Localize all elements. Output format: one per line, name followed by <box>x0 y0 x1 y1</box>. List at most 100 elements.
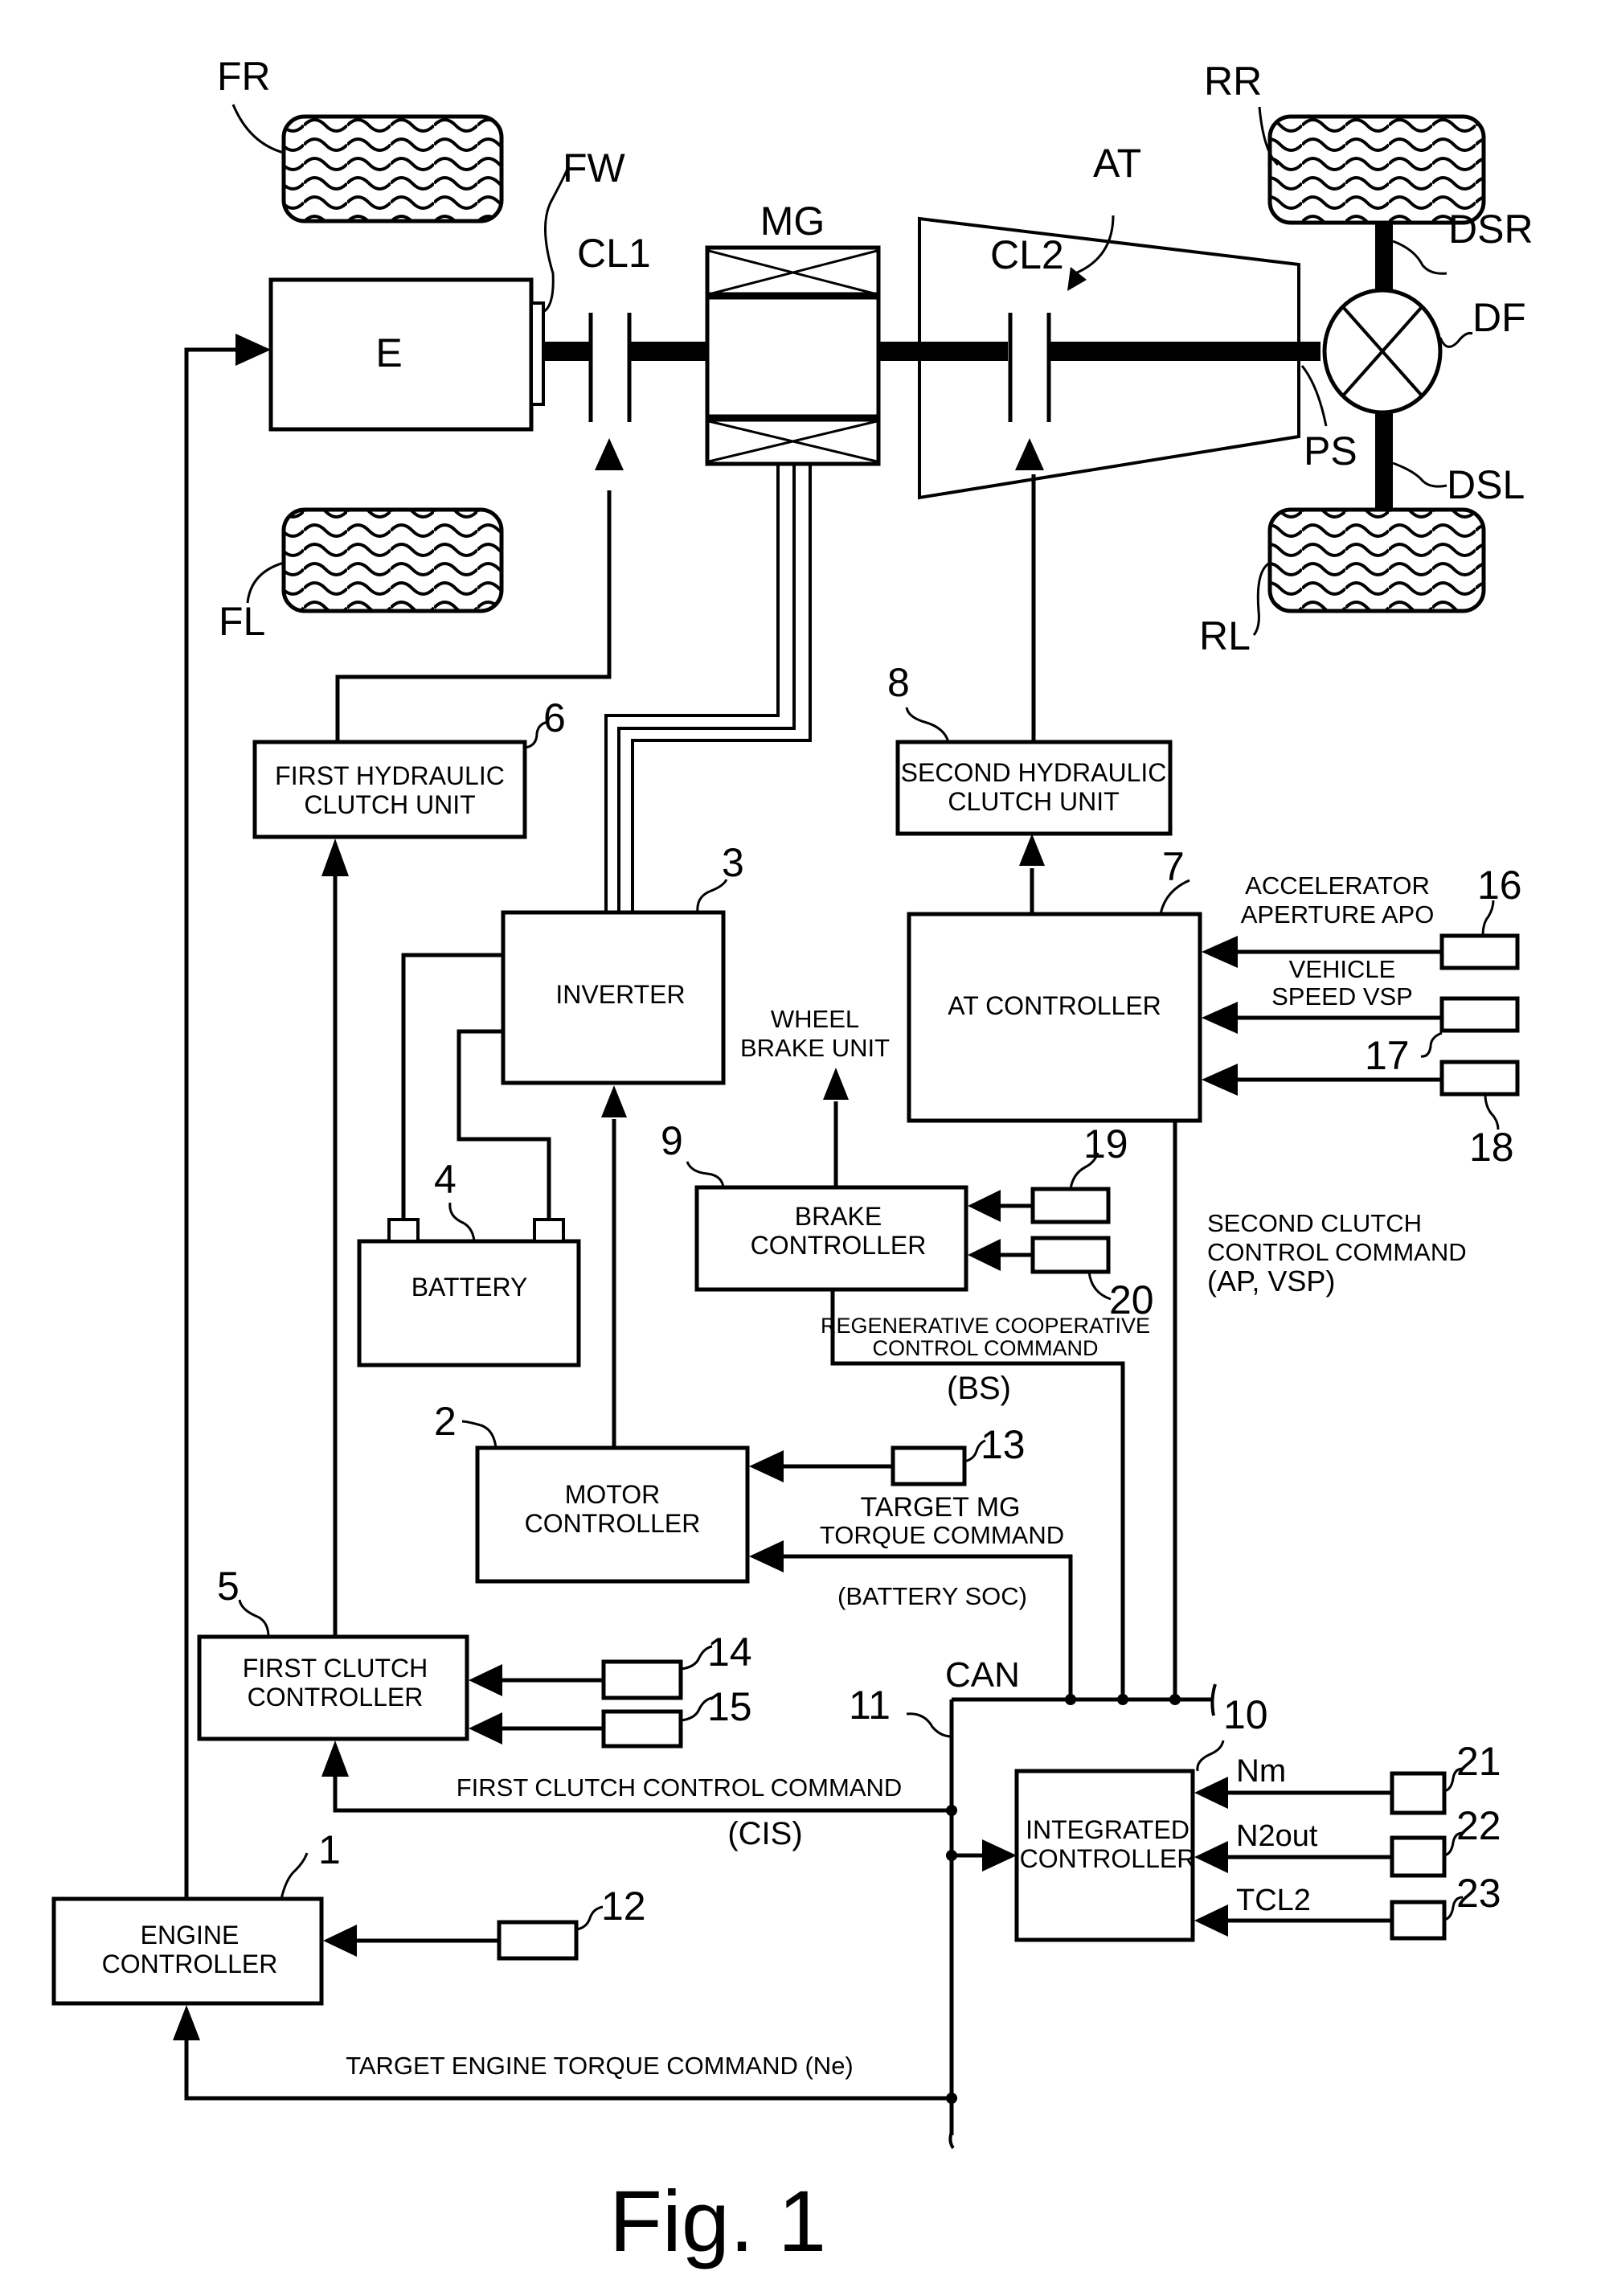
label-rl: RL <box>1199 613 1251 658</box>
inverter: INVERTER 3 <box>501 840 744 1085</box>
ref-16: 16 <box>1477 863 1522 908</box>
integrated-controller-line2: CONTROLLER <box>1020 1844 1196 1873</box>
at-controller: AT CONTROLLER 7 <box>907 844 1202 1123</box>
label-cl2: CL2 <box>990 232 1064 277</box>
brake-controller-line2: CONTROLLER <box>751 1231 927 1260</box>
engine-controller-line2: CONTROLLER <box>102 1950 278 1978</box>
regen-line1: REGENERATIVE COOPERATIVE <box>821 1314 1150 1338</box>
motor-controller-line2: CONTROLLER <box>525 1509 701 1538</box>
regen-line2: CONTROL COMMAND <box>873 1336 1099 1360</box>
battery: BATTERY 4 <box>357 1157 581 1367</box>
ref-22: 22 <box>1456 1803 1501 1848</box>
second-clutch-cmd-line3: (AP, VSP) <box>1207 1265 1335 1298</box>
first-clutch-cmd: FIRST CLUTCH CONTROL COMMAND <box>457 1773 903 1802</box>
vsp-line2: SPEED VSP <box>1271 982 1413 1011</box>
ref-18: 18 <box>1469 1125 1514 1170</box>
wheel-brake-unit-line2: BRAKE UNIT <box>740 1034 890 1062</box>
target-mg-line2: TORQUE COMMAND <box>820 1521 1064 1549</box>
drive-shaft-left <box>1375 410 1393 510</box>
sensor-13 <box>891 1445 967 1486</box>
shaft-mg-cl2 <box>878 342 1008 361</box>
ref-7: 7 <box>1162 844 1185 889</box>
ref-14: 14 <box>707 1630 752 1675</box>
regen-line3: (BS) <box>947 1371 1011 1406</box>
ref-6: 6 <box>543 695 566 740</box>
ref-1: 1 <box>318 1827 341 1872</box>
ref-13: 13 <box>981 1422 1026 1467</box>
ref-10: 10 <box>1223 1692 1268 1737</box>
second-hydraulic-line1: SECOND HYDRAULIC <box>901 758 1167 787</box>
ref-12: 12 <box>601 1884 646 1929</box>
ref-8: 8 <box>887 660 910 705</box>
three-phase-cable <box>604 464 812 912</box>
second-hydraulic-clutch-unit: SECOND HYDRAULIC CLUTCH UNIT 8 <box>887 660 1173 836</box>
first-clutch-cl1: CL1 <box>577 231 651 422</box>
brake-controller-line1: BRAKE <box>795 1202 882 1231</box>
accel-line1: ACCELERATOR <box>1245 871 1430 900</box>
ref-4: 4 <box>434 1157 457 1202</box>
battery-label: BATTERY <box>412 1273 528 1302</box>
ref-5: 5 <box>217 1564 240 1609</box>
sensor-16 <box>1439 933 1520 970</box>
at-controller-label: AT CONTROLLER <box>948 991 1161 1020</box>
sensor-15 <box>601 1709 683 1749</box>
tire-rear-right: RR <box>1204 59 1486 225</box>
wheel-brake-unit-line1: WHEEL <box>771 1005 859 1033</box>
cis: (CIS) <box>727 1816 802 1851</box>
motor-generator: MG <box>705 199 881 466</box>
sensor-17 <box>1439 996 1520 1033</box>
shaft-cl1-mg <box>629 342 707 361</box>
motor-controller: MOTOR CONTROLLER 2 <box>434 1399 750 1584</box>
ref-23: 23 <box>1456 1871 1501 1916</box>
label-fw: FW <box>563 146 626 191</box>
label-mg: MG <box>760 199 825 244</box>
flywheel <box>530 301 545 406</box>
first-clutch-controller-line2: CONTROLLER <box>248 1683 424 1712</box>
shaft-cl2-df <box>1047 342 1321 361</box>
label-tcl2: TCL2 <box>1236 1884 1311 1917</box>
label-fl: FL <box>219 599 265 644</box>
label-n2out: N2out <box>1236 1819 1318 1853</box>
sensor-23 <box>1390 1900 1447 1941</box>
label-engine: E <box>375 330 402 375</box>
accel-line2: APERTURE APO <box>1241 900 1435 929</box>
target-mg-line1: TARGET MG <box>861 1492 1021 1523</box>
second-clutch-cl2: CL2 <box>990 232 1064 422</box>
integrated-controller: INTEGRATED CONTROLLER 10 <box>1014 1692 1268 1942</box>
ref-17: 17 <box>1365 1033 1410 1078</box>
label-nm: Nm <box>1236 1753 1286 1789</box>
label-rr: RR <box>1204 59 1262 104</box>
second-clutch-cmd-line1: SECOND CLUTCH <box>1207 1209 1422 1237</box>
tire-front-right: FR <box>217 54 504 223</box>
automatic-transmission: AT <box>918 141 1300 500</box>
tire-front-left: FL <box>219 507 504 644</box>
engine-controller-line1: ENGINE <box>141 1921 240 1950</box>
label-cl1: CL1 <box>577 231 651 276</box>
second-clutch-cmd-line2: CONTROL COMMAND <box>1207 1238 1467 1266</box>
label-df: DF <box>1472 295 1526 340</box>
integrated-controller-line1: INTEGRATED <box>1026 1815 1189 1844</box>
sensor-12 <box>497 1920 579 1961</box>
ref-9: 9 <box>661 1118 683 1163</box>
first-hydraulic-clutch-unit: FIRST HYDRAULIC CLUTCH UNIT 6 <box>252 695 566 839</box>
label-at: AT <box>1093 141 1141 186</box>
differential: DF <box>1322 288 1526 415</box>
shaft-engine-cl1 <box>543 342 589 361</box>
first-clutch-controller-line1: FIRST CLUTCH <box>243 1654 428 1683</box>
tire-rear-left: RL <box>1199 507 1486 658</box>
sensor-21 <box>1390 1771 1447 1815</box>
sensor-22 <box>1390 1835 1447 1878</box>
battery-soc: (BATTERY SOC) <box>837 1582 1027 1610</box>
first-hydraulic-line2: CLUTCH UNIT <box>304 790 475 819</box>
motor-controller-line1: MOTOR <box>565 1480 661 1509</box>
first-hydraulic-line1: FIRST HYDRAULIC <box>275 761 505 790</box>
brake-controller: BRAKE CONTROLLER 9 <box>661 1118 968 1292</box>
sensor-19 <box>1030 1187 1111 1224</box>
target-engine-cmd: TARGET ENGINE TORQUE COMMAND (Ne) <box>346 2052 854 2080</box>
hybrid-vehicle-diagram: FR FL RR RL DSR DSL E FW CL1 MG AT CL2 D… <box>51 54 1533 2269</box>
ref-15: 15 <box>707 1684 752 1729</box>
label-dsr: DSR <box>1448 207 1533 252</box>
engine-controller: ENGINE CONTROLLER 1 <box>51 1827 341 2006</box>
ref-19: 19 <box>1083 1121 1128 1166</box>
label-fr: FR <box>217 54 271 99</box>
